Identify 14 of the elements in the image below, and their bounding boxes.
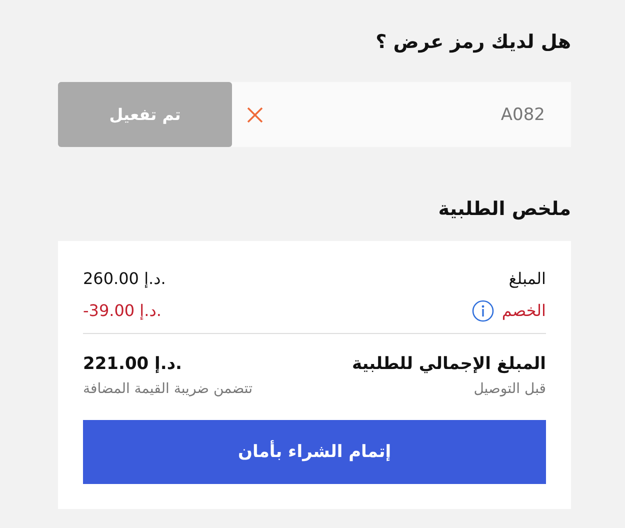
info-icon[interactable] bbox=[472, 300, 494, 322]
tax-note: تتضمن ضريبة القيمة المضافة bbox=[83, 380, 253, 399]
delivery-note: قبل التوصيل bbox=[474, 380, 546, 399]
checkout-button[interactable]: إتمام الشراء بأمان bbox=[83, 420, 546, 484]
promo-title: هل لديك رمز عرض ؟ bbox=[374, 30, 571, 55]
promo-code-field[interactable]: A082 bbox=[274, 104, 547, 126]
discount-amount: -39.00 د.إ. bbox=[83, 300, 162, 322]
summary-title: ملخص الطلبية bbox=[437, 197, 571, 222]
clear-icon[interactable] bbox=[246, 106, 264, 124]
total-amount: 221.00 د.إ. bbox=[83, 353, 182, 376]
amount-label: المبلغ bbox=[508, 268, 546, 290]
total-label: المبلغ الإجمالي للطلبية bbox=[352, 353, 546, 376]
amount-value: 260.00 د.إ. bbox=[83, 268, 166, 290]
discount-label: الخصم bbox=[502, 300, 546, 322]
